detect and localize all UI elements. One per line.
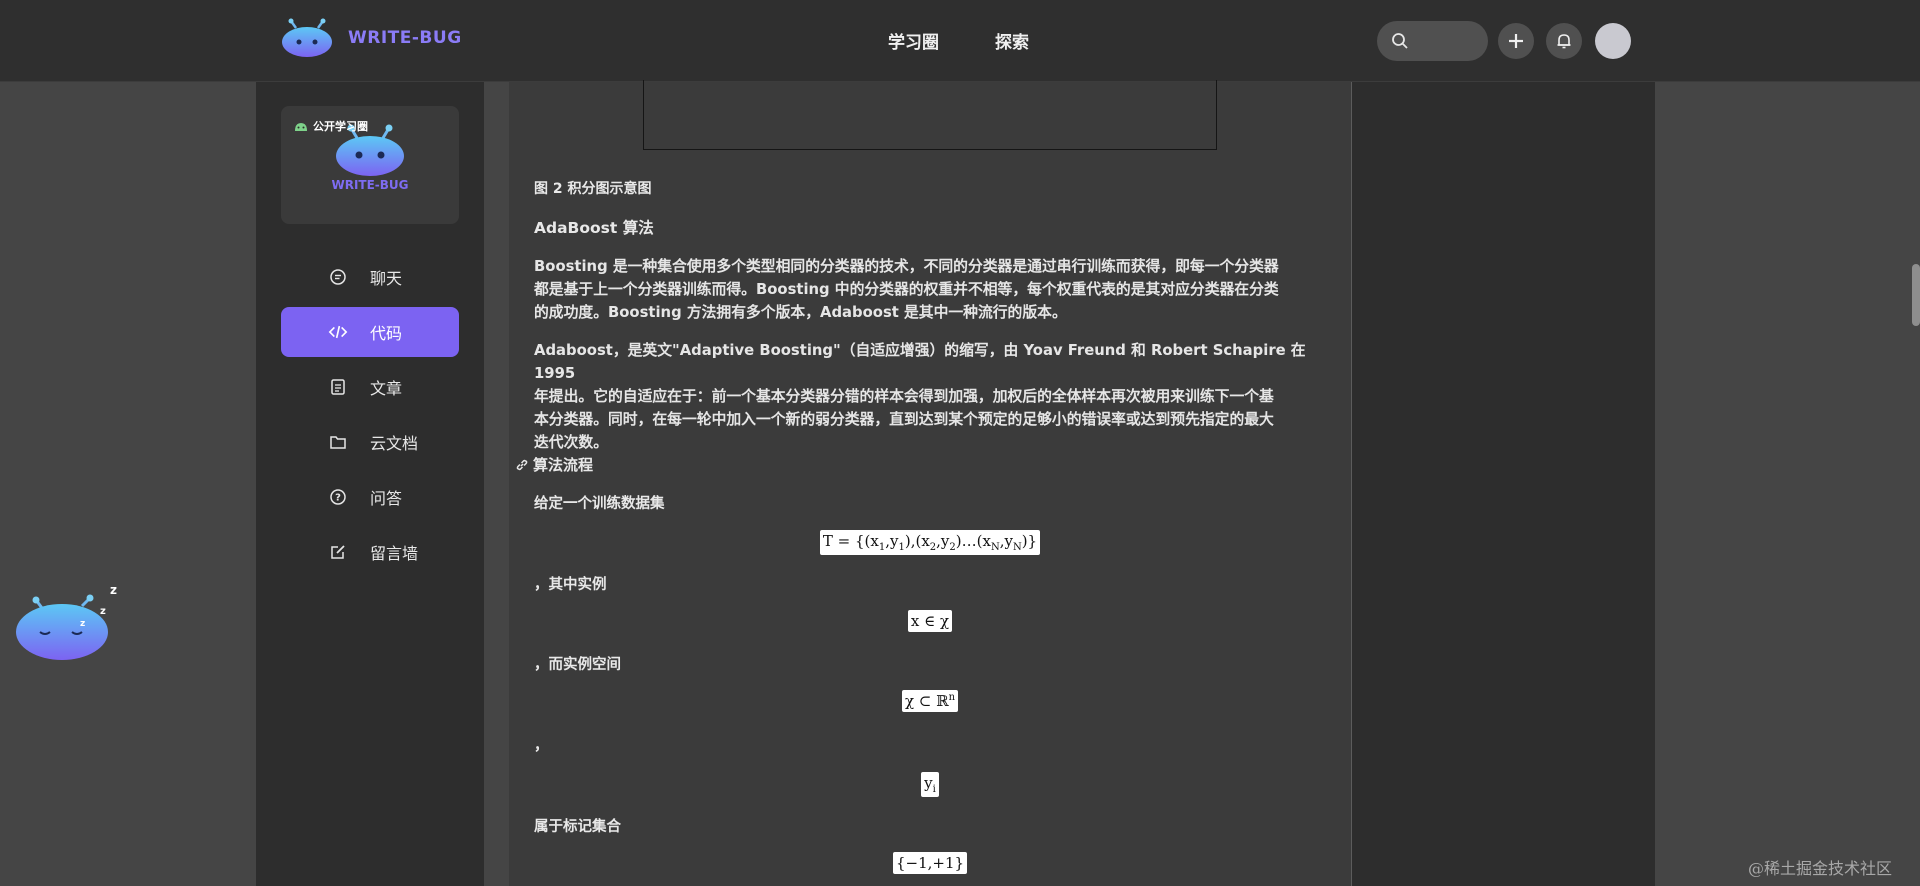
sidebar-item-label: 代码 xyxy=(370,324,403,343)
nav-study-circle[interactable]: 学习圈 xyxy=(888,28,939,53)
heading-algorithm-flow-text: 算法流程 xyxy=(533,456,594,474)
search-box[interactable] xyxy=(1377,21,1488,61)
right-panel xyxy=(1351,82,1655,886)
figure-caption: 图 2 积分图示意图 xyxy=(534,181,652,197)
nav-explore[interactable]: 探索 xyxy=(995,28,1029,53)
text-label-set: 属于标记集合 xyxy=(534,819,621,835)
sidebar-item-cloud-docs[interactable]: 云文档 xyxy=(281,417,459,467)
svg-text:z: z xyxy=(80,619,85,629)
article-content: 图 2 积分图示意图 AdaBoost 算法 Boosting 是一种集合使用多… xyxy=(509,80,1351,886)
svg-text:z: z xyxy=(100,606,106,617)
mascot-logo-icon xyxy=(282,18,332,57)
text-line: Adaboost，是英文"Adaptive Boosting"（自适应增强）的缩… xyxy=(534,342,1306,382)
circle-logo-text: WRITE-BUG xyxy=(331,178,409,192)
formula-chi-subset: χ ⊂ ℝn xyxy=(509,690,1351,712)
text-line: 本分类器。同时，在每一轮中加入一个新的弱分类器，直到达到某个预定的足够小的错误率… xyxy=(534,411,1274,428)
page-scrollbar-thumb[interactable] xyxy=(1912,264,1920,326)
formula-chi: χ ⊂ ℝn xyxy=(901,690,959,712)
svg-text:?: ? xyxy=(335,493,341,504)
search-icon xyxy=(1392,33,1408,49)
watermark: @稀土掘金技术社区 xyxy=(1748,859,1893,878)
text-line: 年提出。它的自适应在于：前一个基本分类器分错的样本会得到加强，加权后的全体样本再… xyxy=(534,388,1274,405)
article-icon xyxy=(328,377,348,397)
public-circle-label: 公开学习圈 xyxy=(313,120,368,133)
android-icon xyxy=(295,123,307,131)
notifications-button[interactable] xyxy=(1546,23,1582,59)
formula-set: {−1,+1} xyxy=(892,852,968,874)
text-line: 迭代次数。 xyxy=(534,434,608,451)
create-button[interactable] xyxy=(1498,23,1534,59)
text-line: Boosting 是一种集合使用多个类型相同的分类器的技术，不同的分类器是通过串… xyxy=(534,258,1279,275)
formula-y: yi xyxy=(921,772,939,797)
sleeping-mascot-icon[interactable]: z z z xyxy=(12,580,132,670)
svg-text:z: z xyxy=(110,583,117,597)
edit-icon xyxy=(328,542,348,562)
heading-adaboost: AdaBoost 算法 xyxy=(534,219,654,237)
left-sidebar: 公开学习圈 WRITE-BUG 聊天 代码 文章 云文档 ? 问答 留言墙 xyxy=(256,82,484,886)
formula-training-set: T = {(x1,y1),(x2,y2)…(xN,yN)} xyxy=(509,530,1351,555)
heading-algorithm-flow: 算法流程 xyxy=(515,454,593,475)
sidebar-item-label: 问答 xyxy=(370,489,403,508)
brand-name: WRITE-BUG xyxy=(348,28,462,48)
sidebar-item-label: 聊天 xyxy=(370,269,403,288)
sidebar-item-code[interactable]: 代码 xyxy=(281,307,459,357)
text-given-dataset: 给定一个训练数据集 xyxy=(534,496,665,512)
sidebar-item-qa[interactable]: ? 问答 xyxy=(281,472,459,522)
plus-icon xyxy=(1509,34,1523,48)
sidebar-item-message-wall[interactable]: 留言墙 xyxy=(281,527,459,577)
study-circle-card[interactable]: 公开学习圈 WRITE-BUG xyxy=(281,106,459,224)
bell-icon xyxy=(1557,34,1571,49)
paragraph-adaboost: Adaboost，是英文"Adaptive Boosting"（自适应增强）的缩… xyxy=(534,339,1324,454)
link-icon[interactable] xyxy=(515,458,529,472)
text-instance-space: ，而实例空间 xyxy=(534,657,621,673)
code-icon xyxy=(328,322,348,342)
sidebar-menu: 聊天 代码 文章 云文档 ? 问答 留言墙 xyxy=(281,252,459,582)
sidebar-item-label: 云文档 xyxy=(370,434,419,453)
formula-label-set: {−1,+1} xyxy=(509,852,1351,874)
main-nav: 学习圈 探索 xyxy=(888,28,1029,53)
text-instance: ，其中实例 xyxy=(534,577,607,593)
top-bar: WRITE-BUG 学习圈 探索 xyxy=(0,0,1920,82)
public-circle-badge: 公开学习圈 xyxy=(293,118,368,134)
chat-icon xyxy=(328,267,348,287)
formula-x: x ∈ χ xyxy=(907,610,953,632)
formula-x-in-chi: x ∈ χ xyxy=(509,610,1351,632)
page-scrollbar-track[interactable] xyxy=(1910,0,1920,886)
integral-image-figure xyxy=(643,80,1217,150)
formula-y-i: yi xyxy=(509,772,1351,797)
folder-icon xyxy=(328,432,348,452)
brand-logo[interactable]: WRITE-BUG xyxy=(280,18,462,58)
formula-T: T = {(x1,y1),(x2,y2)…(xN,yN)} xyxy=(819,530,1041,555)
text-comma: ， xyxy=(534,738,549,754)
sidebar-item-articles[interactable]: 文章 xyxy=(281,362,459,412)
text-line: 的成功度。Boosting 方法拥有多个版本，Adaboost 是其中一种流行的… xyxy=(534,304,1067,321)
question-icon: ? xyxy=(328,487,348,507)
sidebar-item-label: 留言墙 xyxy=(370,544,419,563)
paragraph-boosting: Boosting 是一种集合使用多个类型相同的分类器的技术，不同的分类器是通过串… xyxy=(534,255,1324,324)
text-line: 都是基于上一个分类器训练而得。Boosting 中的分类器的权重并不相等，每个权… xyxy=(534,281,1279,298)
sidebar-item-label: 文章 xyxy=(370,379,403,398)
sidebar-item-chat[interactable]: 聊天 xyxy=(281,252,459,302)
user-avatar[interactable] xyxy=(1595,23,1631,59)
